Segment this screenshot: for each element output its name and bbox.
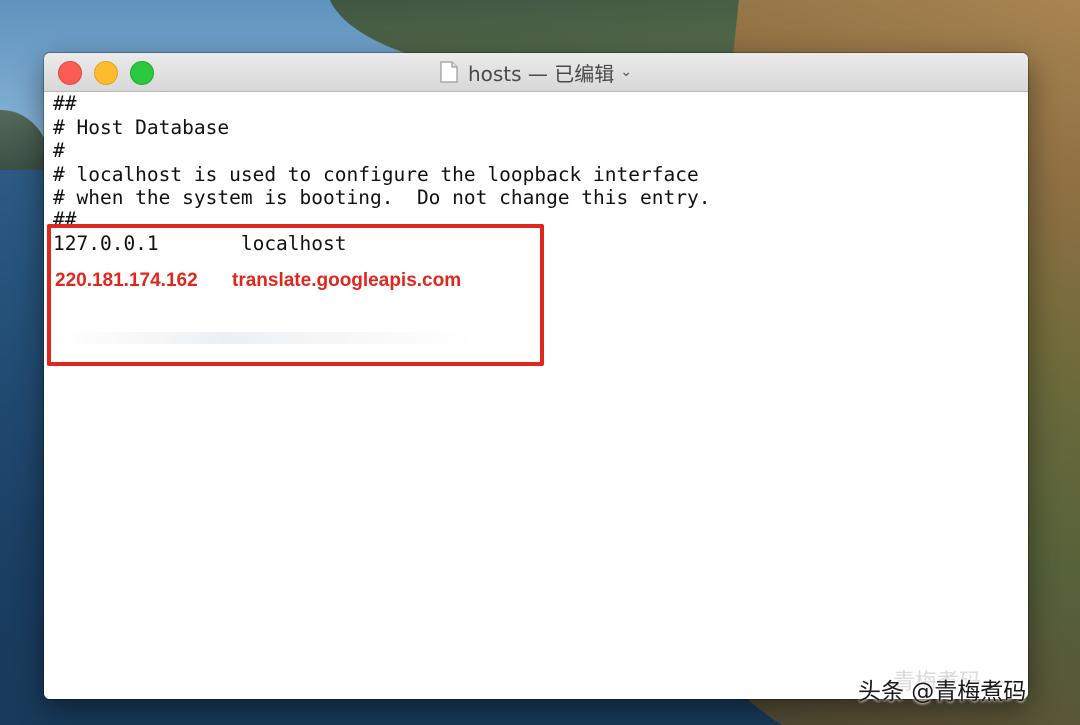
text-line: # localhost is used to configure the loo…: [53, 162, 699, 186]
document-icon: [440, 61, 458, 83]
chevron-down-icon[interactable]: ⌄: [620, 64, 632, 80]
textedit-window: hosts — 已编辑 ⌄ ## # Host Database # # loc…: [44, 53, 1028, 699]
highlight-box: [47, 224, 544, 366]
text-line: # Host Database: [53, 115, 230, 139]
window-title: hosts — 已编辑: [467, 61, 615, 86]
text-line: ##: [53, 92, 77, 115]
text-line: #: [53, 139, 65, 162]
text-editor-area[interactable]: ## # Host Database # # localhost is used…: [44, 92, 1028, 699]
window-title-area[interactable]: hosts — 已编辑 ⌄: [44, 53, 1028, 91]
text-line: # when the system is booting. Do not cha…: [53, 186, 711, 209]
watermark: 头条 @青梅煮码: [858, 679, 1027, 705]
window-titlebar[interactable]: hosts — 已编辑 ⌄: [44, 53, 1028, 92]
